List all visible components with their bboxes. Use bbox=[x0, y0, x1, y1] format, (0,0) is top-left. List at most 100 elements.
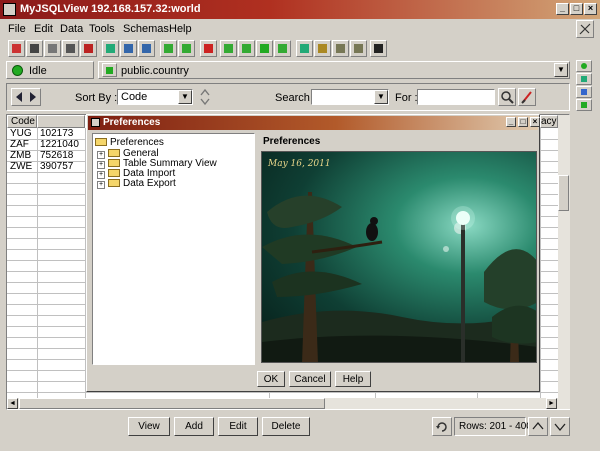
scroll-thumb[interactable] bbox=[558, 175, 569, 211]
minimize-button[interactable]: _ bbox=[556, 3, 569, 15]
cell-value: 752618 bbox=[40, 150, 74, 161]
side-green-icon[interactable] bbox=[576, 60, 592, 72]
preferences-dialog: Preferences _ □ × Preferences + General + T… bbox=[86, 114, 540, 392]
plugin-icon[interactable] bbox=[576, 20, 594, 38]
dialog-minimize-button[interactable]: _ bbox=[506, 117, 516, 127]
open-icon[interactable] bbox=[8, 40, 25, 57]
previous-rows-icon[interactable] bbox=[528, 417, 548, 436]
help-button[interactable]: Help bbox=[335, 371, 371, 387]
maximize-button[interactable]: □ bbox=[570, 3, 583, 15]
cell-code: ZAF bbox=[10, 139, 29, 150]
table-selector[interactable]: public.country ▼ bbox=[98, 61, 570, 79]
edit-button[interactable]: Edit bbox=[218, 417, 258, 436]
vertical-scrollbar[interactable] bbox=[558, 115, 570, 398]
reload-icon[interactable] bbox=[350, 40, 367, 57]
preferences-tree: Preferences + General + Table Summary View +… bbox=[92, 133, 255, 365]
plugin-manager-icon[interactable] bbox=[370, 40, 387, 57]
column-header[interactable]: Code bbox=[7, 115, 37, 128]
db-icon-2[interactable] bbox=[238, 40, 255, 57]
menu-bar: File Edit Data Tools Schemas Help bbox=[0, 19, 600, 39]
db-icon-4[interactable] bbox=[274, 40, 291, 57]
dialog-close-button[interactable]: × bbox=[530, 117, 540, 127]
sql-export-icon[interactable] bbox=[200, 40, 217, 57]
delete-button[interactable]: Delete bbox=[262, 417, 310, 436]
refresh-rows-icon[interactable] bbox=[432, 417, 452, 436]
sort-select[interactable]: Code ▼ bbox=[117, 89, 193, 105]
side-chart-icon[interactable] bbox=[576, 86, 592, 98]
clear-search-icon[interactable] bbox=[518, 88, 536, 106]
search-input[interactable] bbox=[417, 89, 495, 105]
chevron-down-icon[interactable]: ▼ bbox=[374, 90, 388, 104]
scroll-left-icon[interactable]: ◄ bbox=[7, 398, 18, 409]
print-icon[interactable] bbox=[44, 40, 61, 57]
table-row[interactable]: ZAF 1221040 bbox=[7, 139, 87, 150]
ok-button[interactable]: OK bbox=[257, 371, 285, 387]
close-button[interactable]: × bbox=[584, 3, 597, 15]
table-row[interactable]: YUG 102173 bbox=[7, 128, 87, 139]
panel-title: Preferences bbox=[263, 136, 321, 147]
menu-data[interactable]: Data bbox=[60, 23, 83, 35]
cell-value: 390757 bbox=[40, 161, 74, 172]
folder-icon bbox=[108, 159, 120, 167]
status-text: Idle bbox=[29, 65, 47, 77]
chevron-down-icon[interactable]: ▼ bbox=[178, 90, 192, 104]
search-column-select[interactable]: ▼ bbox=[311, 89, 389, 105]
toolbar bbox=[4, 39, 596, 59]
view-button[interactable]: View bbox=[128, 417, 170, 436]
rows-range-indicator: Rows: 201 - 400 bbox=[454, 417, 532, 436]
search-icon[interactable] bbox=[498, 88, 516, 106]
table-row[interactable]: ZWE 390757 bbox=[7, 161, 87, 172]
tree-root[interactable]: Preferences bbox=[95, 137, 164, 148]
db-icon-3[interactable] bbox=[256, 40, 273, 57]
table-icon bbox=[102, 63, 117, 77]
csv-export-icon[interactable] bbox=[160, 40, 177, 57]
db-icon-1[interactable] bbox=[220, 40, 237, 57]
folder-icon bbox=[108, 169, 120, 177]
save-icon[interactable] bbox=[26, 40, 43, 57]
horizontal-scrollbar[interactable]: ◄ ► bbox=[7, 398, 570, 409]
tree-root-label: Preferences bbox=[110, 137, 164, 148]
scroll-right-icon[interactable]: ► bbox=[546, 398, 557, 409]
side-tools-icon[interactable] bbox=[576, 99, 592, 111]
table-row[interactable]: ZMB 752618 bbox=[7, 150, 87, 161]
chevron-down-icon[interactable]: ▼ bbox=[554, 63, 568, 77]
refresh-icon[interactable] bbox=[332, 40, 349, 57]
menu-help[interactable]: Help bbox=[169, 23, 192, 35]
query-icon[interactable] bbox=[296, 40, 313, 57]
tree-node[interactable]: + Data Export bbox=[97, 178, 176, 189]
tree-node-label: Data Export bbox=[123, 178, 176, 189]
menu-tools[interactable]: Tools bbox=[89, 23, 115, 35]
column-header-code: Code bbox=[11, 116, 35, 127]
add-button[interactable]: Add bbox=[174, 417, 214, 436]
next-rows-icon[interactable] bbox=[550, 417, 570, 436]
dialog-title-bar[interactable]: Preferences _ □ × bbox=[88, 116, 540, 130]
exit-icon[interactable] bbox=[80, 40, 97, 57]
window-title-bar[interactable]: MyJSQLView 192.168.157.32:world _ □ × bbox=[0, 0, 600, 19]
expand-icon[interactable]: + bbox=[97, 181, 105, 189]
night-scene-image: May 16, 2011 bbox=[262, 159, 536, 362]
pdf-export-icon[interactable] bbox=[178, 40, 195, 57]
import-icon[interactable] bbox=[120, 40, 137, 57]
cancel-button[interactable]: Cancel bbox=[289, 371, 331, 387]
side-db-icon[interactable] bbox=[576, 73, 592, 85]
column-header[interactable] bbox=[37, 115, 85, 128]
menu-schemas[interactable]: Schemas bbox=[123, 23, 169, 35]
folder-open-icon bbox=[95, 138, 107, 146]
cell-value: 1221040 bbox=[40, 139, 79, 150]
menu-file[interactable]: File bbox=[8, 23, 26, 35]
preferences-icon[interactable] bbox=[102, 40, 119, 57]
export-icon[interactable] bbox=[138, 40, 155, 57]
cell-code: ZWE bbox=[10, 161, 33, 172]
nav-arrows[interactable] bbox=[11, 88, 41, 106]
sort-label: Sort By : bbox=[75, 92, 118, 104]
sort-direction-icon[interactable] bbox=[199, 87, 211, 107]
dialog-maximize-button[interactable]: □ bbox=[518, 117, 528, 127]
search-db-icon[interactable] bbox=[314, 40, 331, 57]
menu-edit[interactable]: Edit bbox=[34, 23, 53, 35]
column-header[interactable]: acy bbox=[540, 115, 558, 128]
sort-select-value: Code bbox=[121, 91, 148, 103]
h-scroll-thumb[interactable] bbox=[19, 398, 325, 409]
column-separator bbox=[540, 128, 541, 398]
page-setup-icon[interactable] bbox=[62, 40, 79, 57]
row-separator bbox=[7, 392, 558, 393]
